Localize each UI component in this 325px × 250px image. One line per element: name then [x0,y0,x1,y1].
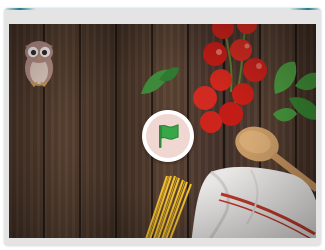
game-card [4,8,321,246]
game-stage[interactable] [9,24,316,238]
top-accent-bar [4,8,321,10]
bottom-bar [4,238,321,246]
green-flag-button-inner [146,114,190,158]
green-flag-start-button[interactable] [142,110,194,162]
green-flag-icon [159,124,179,148]
